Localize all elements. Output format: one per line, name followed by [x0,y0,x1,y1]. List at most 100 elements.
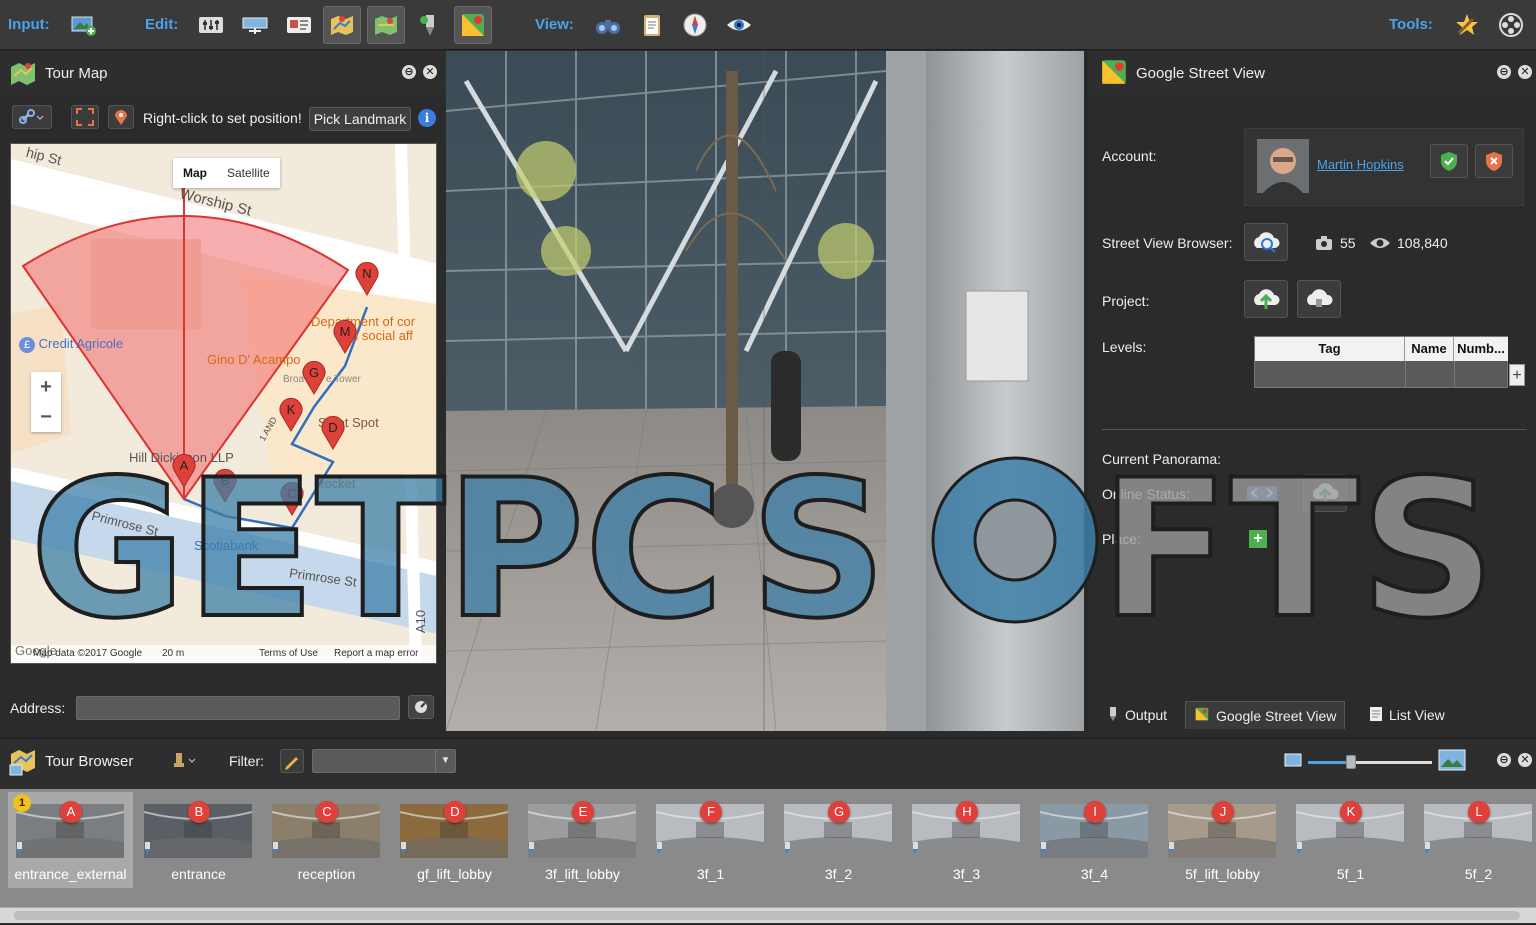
levels-table[interactable]: Tag Name Numb... [1254,336,1508,388]
sort-dropdown-icon[interactable] [174,751,198,774]
marker-tool-icon[interactable] [411,6,449,44]
close-icon[interactable]: ✕ [1518,753,1532,767]
map-marker-k[interactable]: K [279,397,303,432]
tab-output[interactable]: Output [1099,701,1175,729]
panorama-thumbnail[interactable]: H 3f_3 [904,792,1029,888]
add-place-icon[interactable]: + [1249,530,1267,548]
upload-panorama-icon[interactable] [1303,474,1347,512]
geocode-search-icon[interactable] [408,695,434,719]
thumbnail-marker: L [1468,801,1490,823]
map-marker-n[interactable]: N [355,261,379,296]
eye-preview-icon[interactable] [720,6,758,44]
terms-link[interactable]: Terms of Use [259,645,318,663]
tour-map-canvas[interactable]: hip St Worship St £ Credit Agricole Depa… [10,143,437,664]
restore-icon[interactable]: ⊖ [402,65,416,79]
street-view-title: Google Street View [1136,65,1265,82]
horizontal-scrollbar[interactable] [0,907,1536,923]
zoom-in-button[interactable]: + [31,372,61,402]
scrollbar-thumb[interactable] [14,911,1520,920]
panorama-thumbnail[interactable]: G 3f_2 [776,792,901,888]
panorama-thumbnail[interactable]: E 3f_lift_lobby [520,792,645,888]
tab-list-view[interactable]: List View [1361,701,1453,729]
tools-magic-icon[interactable] [1448,6,1486,44]
levels-col-name[interactable]: Name [1405,337,1454,361]
map-view-icon[interactable] [367,6,405,44]
map-type-satellite[interactable]: Satellite [217,158,280,188]
thumbnail-size-slider[interactable] [1308,755,1432,769]
levels-col-tag[interactable]: Tag [1255,337,1405,361]
link-dropdown-icon[interactable] [12,105,52,129]
pick-landmark-button[interactable]: Pick Landmark [309,107,411,131]
sign-out-icon[interactable] [1475,144,1513,178]
map-marker-d[interactable]: D [321,415,345,450]
tour-browser-panel: Tour Browser Filter: ▼ ⊖ ✕ A 1 entrance_ex… [0,738,1536,925]
slider-knob[interactable] [1346,755,1357,769]
map-type-map[interactable]: Map [173,158,217,188]
thumbnail-marker: C [316,801,338,823]
bank-icon: £ [19,337,35,353]
panorama-thumbnail[interactable]: I 3f_4 [1032,792,1157,888]
tour-map-icon[interactable] [323,6,361,44]
address-input[interactable] [76,696,400,720]
cloud-sync-icon[interactable] [1297,280,1341,318]
restore-icon[interactable]: ⊖ [1497,753,1511,767]
thumbnail-label: 5f_lift_lobby [1185,866,1260,882]
view-label: View: [535,16,574,33]
panorama-thumbnail[interactable]: F 3f_1 [648,792,773,888]
panorama-thumbnail[interactable]: Creception [264,792,389,888]
panorama-thumbnail[interactable]: Dgf_lift_lobby [392,792,517,888]
compass-icon[interactable] [676,6,714,44]
panorama-thumbnail[interactable]: K 5f_1 [1288,792,1413,888]
panorama-edit-icon[interactable] [236,6,274,44]
map-marker-m[interactable]: M [333,319,357,354]
info-icon[interactable]: i [418,109,436,127]
map-marker-a[interactable]: A [172,453,196,488]
map-marker-g[interactable]: G [302,360,326,395]
google-street-view-icon[interactable] [454,6,492,44]
filter-select[interactable]: ▼ [312,749,456,773]
filter-pencil-icon[interactable] [280,749,304,773]
levels-col-number[interactable]: Numb... [1454,337,1508,361]
edit-label: Edit: [145,16,179,33]
restore-icon[interactable]: ⊖ [1497,65,1511,79]
map-marker-label: C [287,486,297,501]
list-icon [1369,706,1383,725]
map-attribution: Map data ©2017 Google [33,648,143,659]
account-name-link[interactable]: Martin Hopkins [1317,157,1404,172]
upload-project-icon[interactable] [1244,280,1288,318]
panorama-viewer[interactable] [446,51,1084,731]
report-error-link[interactable]: Report a map error [334,645,418,663]
tour-route [183,306,369,530]
close-icon[interactable]: ✕ [423,65,437,79]
panorama-thumbnail[interactable]: Bentrance [136,792,261,888]
tab-list-view-label: List View [1389,707,1445,723]
levels-divider [1454,361,1455,387]
map-marker-b[interactable]: B [213,468,237,503]
close-icon[interactable]: ✕ [1518,65,1532,79]
film-reel-icon[interactable] [1492,6,1530,44]
street-view-browser-icon[interactable] [1244,223,1288,261]
panorama-thumbnail[interactable]: J 5f_lift_lobby [1160,792,1285,888]
marker-tool-icon [141,841,155,855]
map-poi-label: Broa [283,374,305,385]
shield-verified-icon[interactable] [1430,144,1468,178]
panorama-thumbnail[interactable]: L 5f_2 [1416,792,1536,888]
binoculars-icon[interactable] [589,6,627,44]
tour-browser-title: Tour Browser [45,753,134,770]
add-level-button[interactable]: + [1509,364,1525,386]
output-icon [1107,706,1119,725]
map-poi-label: Department of cor [311,314,416,329]
clipboard-icon[interactable] [633,6,671,44]
chevron-down-icon[interactable]: ▼ [435,750,455,772]
properties-card-icon[interactable] [280,6,318,44]
add-panorama-icon[interactable] [64,6,102,44]
adjust-sliders-icon[interactable] [192,6,230,44]
map-marker-c[interactable]: C [280,481,304,516]
small-thumbnail-icon[interactable] [1284,753,1302,770]
large-thumbnail-icon[interactable] [1438,749,1466,774]
panorama-thumbnail[interactable]: A 1 entrance_external [8,792,133,888]
zoom-out-button[interactable]: − [31,402,61,432]
tab-google-street-view[interactable]: Google Street View [1185,701,1346,729]
fit-to-view-icon[interactable] [71,105,99,129]
landmark-pin-icon[interactable] [108,105,134,129]
